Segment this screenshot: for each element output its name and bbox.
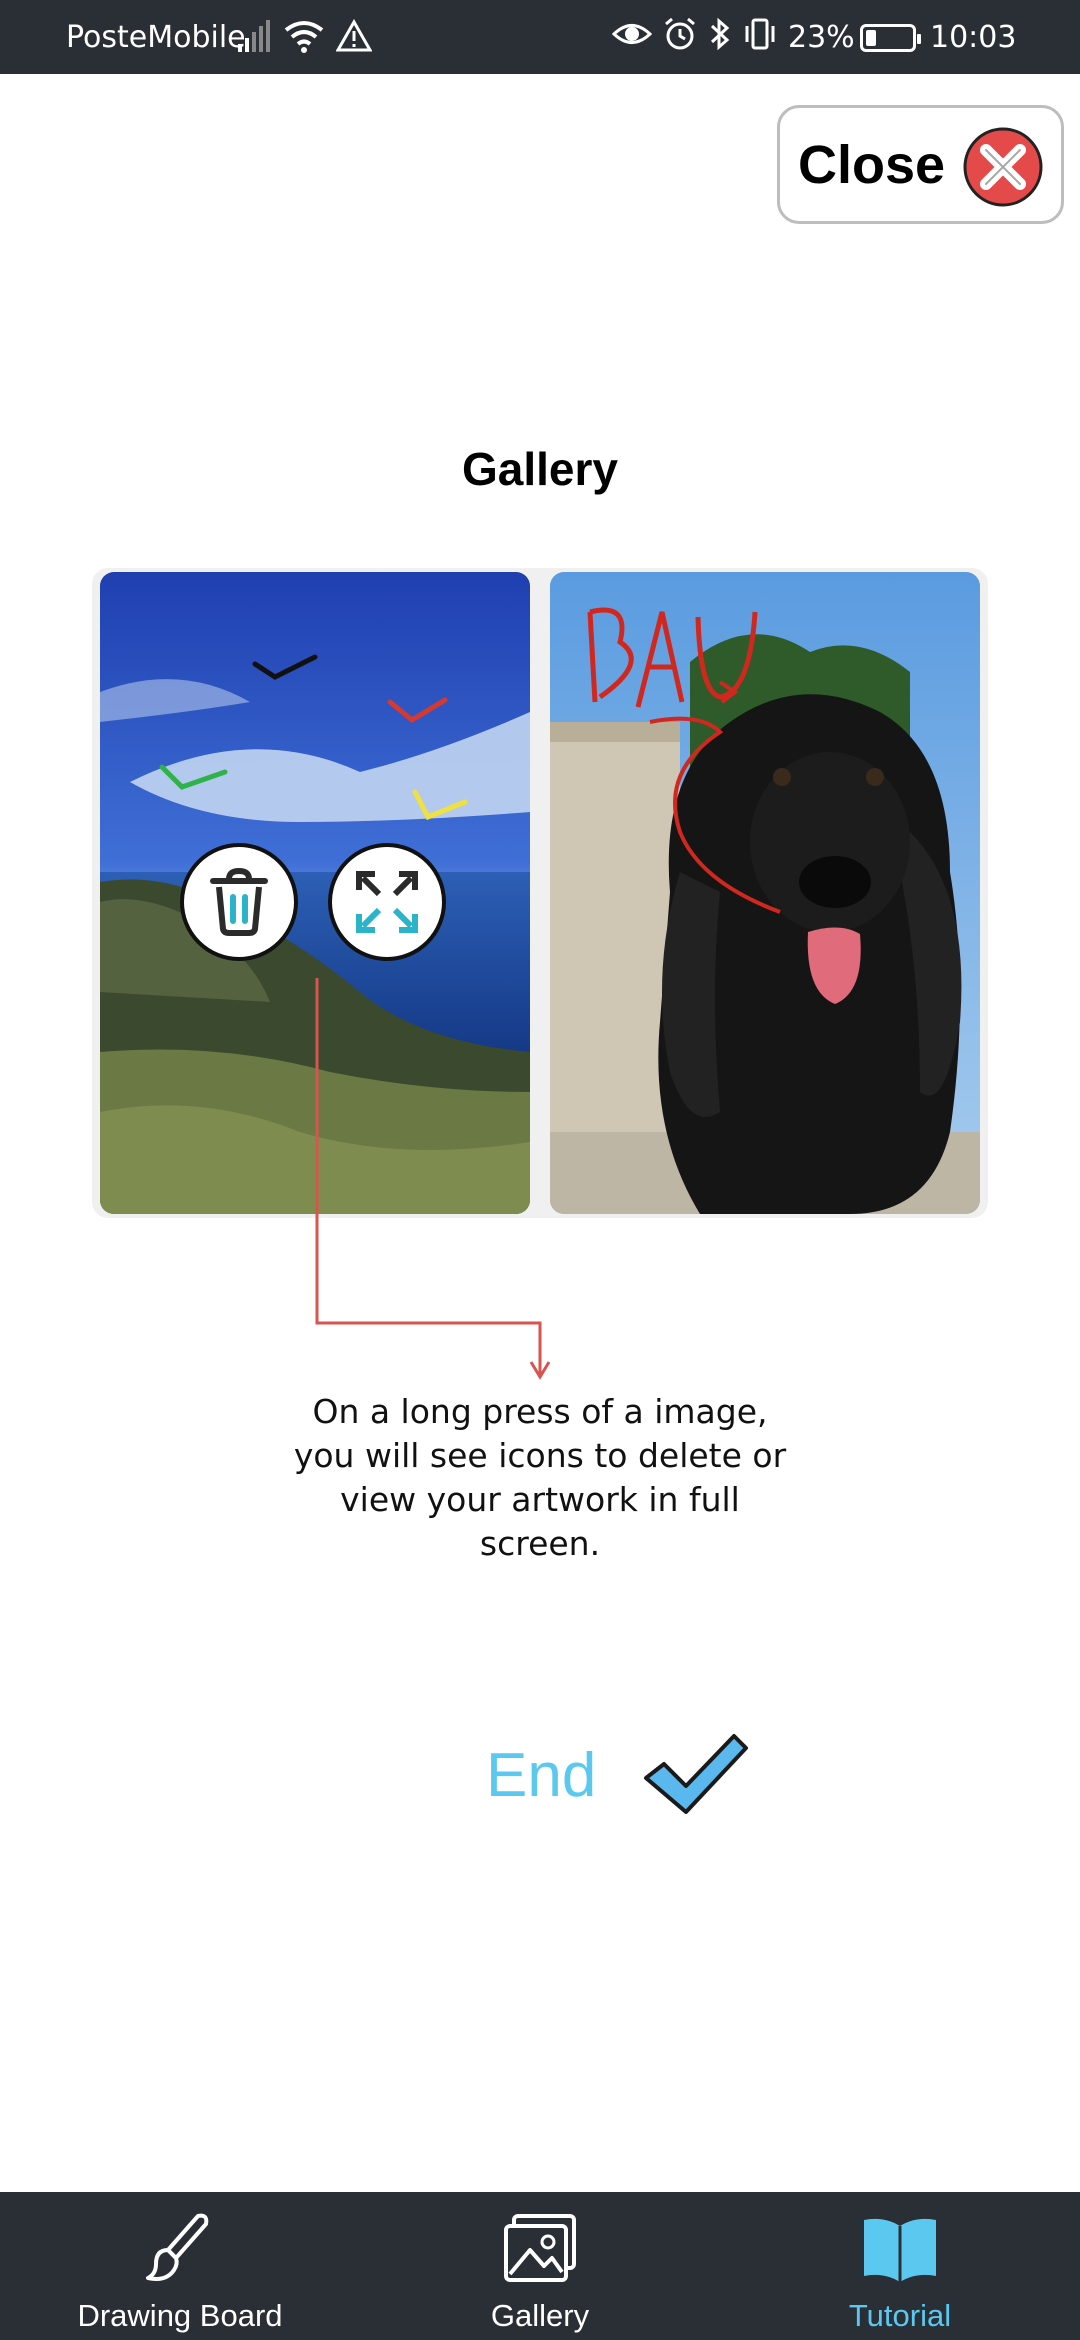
battery-percent: 23% — [788, 20, 855, 55]
alarm-icon — [665, 17, 695, 50]
fullscreen-button[interactable] — [328, 843, 446, 961]
tab-gallery-label: Gallery — [490, 2298, 590, 2333]
wifi-icon — [284, 21, 324, 53]
dog-image — [550, 572, 980, 1214]
book-icon — [864, 2218, 936, 2282]
close-button[interactable]: Close — [777, 105, 1064, 224]
close-button-label: Close — [798, 134, 946, 195]
page-title: Gallery — [462, 443, 618, 495]
image-icon — [504, 2214, 576, 2282]
status-bar: PosteMobile 23% 10:03 — [0, 0, 1080, 74]
end-button-label: End — [486, 1741, 597, 1810]
signal-icon — [238, 20, 270, 52]
carrier-name: PosteMobile — [66, 20, 246, 55]
bottom-nav: Drawing Board Gallery Tutorial — [0, 2192, 1080, 2340]
gallery-image-landscape[interactable] — [100, 572, 530, 1214]
battery-icon — [860, 24, 921, 52]
tab-tutorial-label: Tutorial — [848, 2298, 952, 2333]
tab-gallery[interactable]: Gallery — [440, 2192, 640, 2340]
tab-tutorial[interactable]: Tutorial — [800, 2192, 1000, 2340]
delete-button[interactable] — [180, 843, 298, 961]
checkmark-icon — [644, 1734, 748, 1814]
fullscreen-icon — [356, 871, 418, 933]
brush-icon — [146, 2213, 209, 2281]
tab-drawing-board-label: Drawing Board — [77, 2298, 283, 2333]
tab-drawing-board[interactable]: Drawing Board — [60, 2192, 300, 2340]
end-button[interactable]: End — [486, 1734, 748, 1814]
landscape-image — [100, 572, 530, 1214]
vibrate-icon — [745, 18, 775, 50]
tutorial-description: On a long press of a image, you will see… — [293, 1392, 787, 1563]
bluetooth-icon — [710, 17, 730, 51]
warning-icon — [336, 19, 372, 52]
gallery-image-dog[interactable] — [550, 572, 980, 1214]
eye-icon — [612, 24, 652, 44]
close-icon — [963, 127, 1043, 207]
delete-icon — [210, 867, 268, 936]
clock: 10:03 — [930, 20, 1017, 55]
